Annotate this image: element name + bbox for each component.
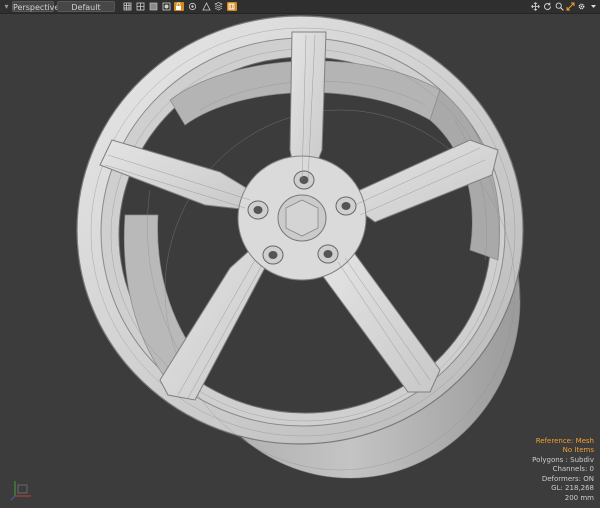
wireframe-icon[interactable] (136, 2, 145, 11)
settings-icon[interactable] (577, 2, 586, 11)
3d-viewport[interactable]: ▾ Perspective Default Reference: Mesh No… (0, 0, 600, 508)
viewport-info-overlay: Reference: Mesh No Items Polygons : Subd… (532, 437, 594, 504)
rotate-icon[interactable] (543, 2, 552, 11)
ao-icon[interactable] (188, 2, 197, 11)
viewport-toolbar: ▾ Perspective Default (0, 0, 600, 14)
layers-icon[interactable] (214, 2, 223, 11)
shading-mode-dropdown[interactable]: Default (57, 1, 115, 12)
visibility-icon[interactable] (149, 2, 158, 11)
info-deformers: Deformers: ON (541, 474, 594, 483)
camera-icon[interactable] (202, 2, 211, 11)
info-channels: Channels: 0 (552, 465, 594, 473)
wheel-model[interactable] (0, 13, 600, 508)
zoom-icon[interactable] (555, 2, 564, 11)
view-mode-dropdown[interactable]: Perspective (12, 1, 59, 12)
info-polygons: Polygons : Subdiv (532, 455, 594, 464)
info-reference: Reference: Mesh (535, 436, 594, 445)
texture-icon[interactable] (162, 2, 171, 11)
lock-icon[interactable] (174, 2, 184, 11)
info-gl: GL: 218,268 (551, 484, 594, 492)
info-scale: 200 mm (564, 493, 594, 502)
hub-center-cap (285, 199, 319, 237)
active-toggle-icon[interactable] (227, 2, 237, 11)
axis-gizmo (10, 481, 31, 501)
menu-arrow-icon[interactable]: ▾ (3, 1, 10, 12)
move-icon[interactable] (531, 2, 540, 11)
fit-icon[interactable] (566, 2, 575, 11)
menu-icon[interactable] (589, 2, 598, 11)
info-items: No Items (562, 446, 594, 454)
grid-icon[interactable] (123, 2, 132, 11)
